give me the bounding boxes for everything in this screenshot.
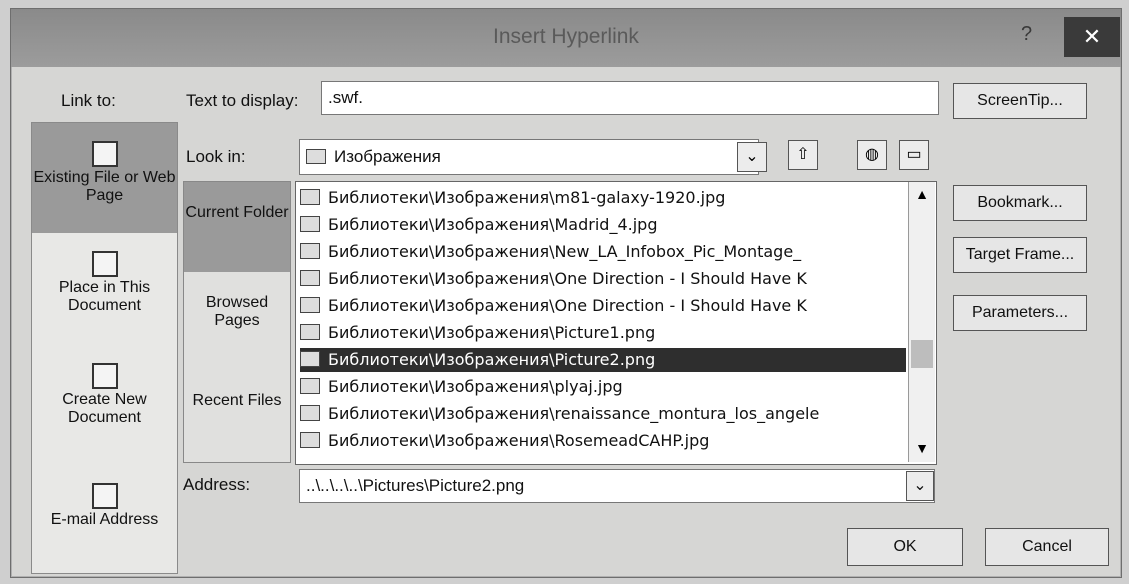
cancel-button[interactable]: Cancel: [985, 528, 1109, 566]
link-to-panel: Existing File or Web Page Place in This …: [31, 122, 178, 574]
list-item-selected[interactable]: Библиотеки\Изображения\Picture2.png: [300, 348, 906, 372]
file-name: Библиотеки\Изображения\Picture2.png: [328, 350, 656, 369]
file-list-scrollbar[interactable]: ▲ ▼: [908, 182, 935, 462]
list-item[interactable]: Библиотеки\Изображения\Picture1.png: [300, 321, 906, 345]
file-name: Библиотеки\Изображения\Picture1.png: [328, 323, 656, 342]
file-name: Библиотеки\Изображения\m81-galaxy-1920.j…: [328, 188, 726, 207]
folder-icon: [306, 149, 326, 164]
image-file-icon: [300, 351, 320, 367]
help-icon[interactable]: ?: [1021, 23, 1032, 46]
list-item[interactable]: Библиотеки\Изображения\renaissance_montu…: [300, 402, 906, 426]
bookmark-button[interactable]: Bookmark...: [953, 185, 1087, 221]
link-create-new-document[interactable]: Create New Document: [32, 363, 177, 427]
link-place-in-document[interactable]: Place in This Document: [32, 251, 177, 315]
link-existing-file-label: Existing File or Web Page: [33, 169, 176, 204]
browse-web-icon[interactable]: ◍: [857, 140, 887, 170]
video-file-icon: [300, 297, 320, 313]
list-item[interactable]: Библиотеки\Изображения\One Direction - I…: [300, 294, 906, 318]
file-name: Библиотеки\Изображения\RosemeadCAHP.jpg: [328, 431, 710, 450]
image-file-icon: [300, 378, 320, 394]
existing-file-icon: [91, 141, 118, 167]
place-in-document-icon: [91, 251, 118, 277]
file-list: Библиотеки\Изображения\m81-galaxy-1920.j…: [295, 181, 937, 465]
file-name: Библиотеки\Изображения\Madrid_4.jpg: [328, 215, 658, 234]
list-item[interactable]: Библиотеки\Изображения\RosemeadCAHP.jpg: [300, 429, 906, 453]
browse-mode-panel: Current Folder Browsed Pages Recent File…: [183, 181, 291, 463]
insert-hyperlink-dialog: Insert Hyperlink ? ✕ Link to: Existing F…: [10, 8, 1122, 578]
image-file-icon: [300, 405, 320, 421]
link-create-label: Create New Document: [62, 391, 147, 426]
image-file-icon: [300, 189, 320, 205]
file-name: Библиотеки\Изображения\New_LA_Infobox_Pi…: [328, 242, 802, 261]
address-label: Address:: [183, 475, 251, 494]
browse-file-icon[interactable]: ▭: [899, 140, 929, 170]
image-file-icon: [300, 216, 320, 232]
look-in-select[interactable]: Изображения: [299, 139, 759, 175]
target-frame-button[interactable]: Target Frame...: [953, 237, 1087, 273]
video-file-icon: [300, 270, 320, 286]
screentip-button[interactable]: ScreenTip...: [953, 83, 1087, 119]
link-to-label: Link to:: [61, 91, 116, 110]
email-icon: [91, 483, 118, 509]
link-existing-file[interactable]: Existing File or Web Page: [32, 123, 177, 233]
list-item[interactable]: Библиотеки\Изображения\plyaj.jpg: [300, 375, 906, 399]
file-name: Библиотеки\Изображения\plyaj.jpg: [328, 377, 623, 396]
file-name: Библиотеки\Изображения\One Direction - I…: [328, 269, 807, 288]
image-file-icon: [300, 432, 320, 448]
scroll-down-icon[interactable]: ▼: [909, 440, 935, 456]
parameters-button[interactable]: Parameters...: [953, 295, 1087, 331]
look-in-dropdown-icon[interactable]: ⌄: [737, 142, 767, 172]
current-folder-tab[interactable]: Current Folder: [184, 182, 290, 272]
image-file-icon: [300, 324, 320, 340]
text-to-display-label: Text to display:: [186, 91, 299, 110]
list-item[interactable]: Библиотеки\Изображения\New_LA_Infobox_Pi…: [300, 240, 906, 264]
list-item[interactable]: Библиотеки\Изображения\One Direction - I…: [300, 267, 906, 291]
window-title: Insert Hyperlink: [493, 25, 639, 48]
link-place-label: Place in This Document: [58, 279, 151, 314]
look-in-label: Look in:: [186, 147, 246, 166]
scroll-up-icon[interactable]: ▲: [909, 186, 935, 202]
image-file-icon: [300, 243, 320, 259]
text-to-display-input[interactable]: .swf.: [321, 81, 939, 115]
link-email-address[interactable]: E-mail Address: [32, 483, 177, 529]
close-button[interactable]: ✕: [1064, 17, 1120, 57]
list-item[interactable]: Библиотеки\Изображения\Madrid_4.jpg: [300, 213, 906, 237]
ok-button[interactable]: OK: [847, 528, 963, 566]
file-name: Библиотеки\Изображения\One Direction - I…: [328, 296, 807, 315]
scroll-thumb[interactable]: [911, 340, 933, 368]
address-value: ..\..\..\..\Pictures\Picture2.png: [306, 476, 525, 495]
recent-files-tab[interactable]: Recent Files: [184, 392, 290, 410]
list-item[interactable]: Библиотеки\Изображения\m81-galaxy-1920.j…: [300, 186, 906, 210]
address-dropdown-icon[interactable]: ⌄: [906, 471, 934, 501]
address-input[interactable]: ..\..\..\..\Pictures\Picture2.png ⌄: [299, 469, 935, 503]
look-in-value: Изображения: [334, 147, 441, 166]
new-document-icon: [91, 363, 118, 389]
file-name: Библиотеки\Изображения\renaissance_montu…: [328, 404, 820, 423]
up-one-folder-icon[interactable]: ⇧: [788, 140, 818, 170]
browsed-pages-tab[interactable]: Browsed Pages: [184, 294, 290, 330]
link-email-label: E-mail Address: [50, 511, 159, 528]
title-bar: Insert Hyperlink ? ✕: [11, 9, 1121, 67]
